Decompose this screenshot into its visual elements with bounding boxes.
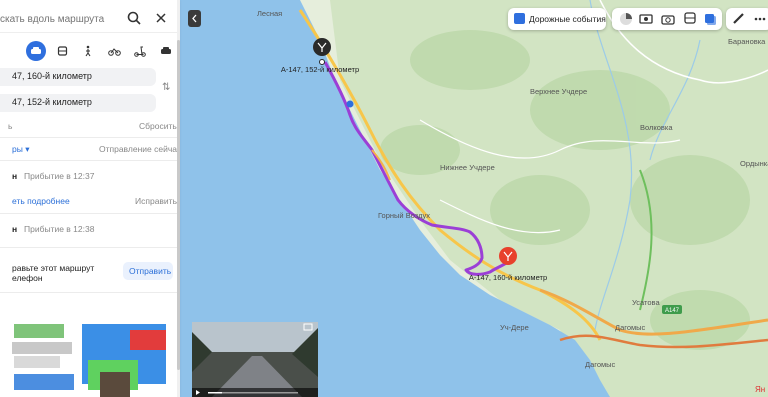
taxi-mode-button[interactable]	[156, 41, 176, 61]
place-label: Нижнее Учдере	[440, 163, 495, 172]
fix-route-link[interactable]: Исправить	[135, 196, 177, 206]
route-time-prefix: н	[12, 224, 18, 234]
transport-modes	[0, 40, 178, 62]
scooter-icon	[134, 46, 146, 57]
place-label: Волковка	[640, 123, 673, 132]
place-label: Верхнее Учдере	[530, 87, 587, 96]
route-panel: 47, 160-й километр 47, 152-й километр ⇅ …	[0, 0, 178, 397]
end-marker-label: А-147, 160-й километр	[469, 273, 547, 282]
bus-icon	[57, 45, 67, 56]
transit-icon[interactable]	[682, 11, 698, 27]
camera-icon[interactable]	[660, 11, 676, 27]
scooter-mode-button[interactable]	[130, 41, 150, 61]
bus-mode-button[interactable]	[52, 41, 72, 61]
route-option-label[interactable]: ь	[8, 121, 12, 131]
place-label: Усатова	[632, 298, 660, 307]
place-label: Уч-Дере	[500, 323, 529, 332]
taxi-icon	[161, 47, 171, 54]
place-label: Горный Воздух	[378, 211, 430, 220]
map-tools-toolbar	[726, 8, 768, 30]
details-link[interactable]: еть подробнее	[12, 196, 70, 206]
send-route-text-line2: елефон	[12, 273, 43, 283]
route-to-text: 47, 152-й километр	[12, 97, 92, 107]
ruler-icon[interactable]	[731, 11, 747, 27]
bicycle-icon	[107, 48, 121, 56]
end-marker[interactable]	[499, 247, 517, 265]
place-label: Барановка	[728, 37, 766, 46]
arrival-time: Прибытие в 12:38	[24, 224, 95, 234]
reset-button[interactable]: Сбросить	[139, 121, 177, 131]
chevron-left-icon	[192, 14, 197, 23]
search-bar	[0, 6, 178, 33]
video-preview[interactable]	[192, 322, 318, 397]
transit-stop-icon[interactable]	[346, 100, 354, 108]
send-to-phone-button[interactable]: Отправить	[123, 262, 173, 280]
road-badge-text: А147	[665, 308, 680, 314]
search-icon[interactable]	[126, 10, 142, 26]
panorama-icon[interactable]	[638, 11, 654, 27]
place-label: Ордынка	[740, 159, 768, 168]
start-marker-label: А-147, 152-й километр	[281, 65, 359, 74]
place-label: Дагомыс	[585, 360, 616, 369]
route-from-text: 47, 160-й километр	[12, 71, 92, 81]
place-label: Лесная	[257, 9, 282, 18]
checkbox-checked-icon	[514, 13, 525, 24]
car-mode-button[interactable]	[26, 41, 46, 61]
arrival-time: Прибытие в 12:37	[24, 171, 95, 181]
traffic-events-toggle[interactable]: Дорожные события	[508, 8, 606, 30]
send-route-text-line1: равьте этот маршрут	[12, 263, 95, 273]
road-badge: А147	[662, 305, 682, 314]
car-icon	[31, 47, 41, 54]
swap-icon[interactable]: ⇅	[162, 82, 170, 93]
place-label: Дагомыс	[615, 323, 646, 332]
yandex-logo: Ян	[755, 385, 765, 394]
send-button-label: Отправить	[129, 266, 172, 276]
route-time-prefix: н	[12, 171, 18, 181]
layers-icon[interactable]	[702, 11, 718, 27]
promo-images[interactable]	[0, 316, 178, 397]
departure-selector[interactable]: Отправление сейчас	[99, 144, 178, 154]
traffic-light-icon[interactable]	[618, 11, 634, 27]
traffic-events-label: Дорожные события	[529, 14, 606, 24]
collapse-panel-button[interactable]	[188, 10, 201, 27]
bike-mode-button[interactable]	[104, 41, 124, 61]
close-icon[interactable]	[153, 10, 169, 26]
route-from-field[interactable]: 47, 160-й километр	[0, 68, 156, 86]
options-dropdown[interactable]: ры ▾	[12, 144, 29, 155]
walk-mode-button[interactable]	[78, 41, 98, 61]
route-to-field[interactable]: 47, 152-й километр	[0, 94, 156, 112]
map-layers-toolbar	[612, 8, 722, 30]
panel-scroll-thumb[interactable]	[177, 40, 180, 370]
search-input[interactable]	[0, 9, 120, 29]
walk-icon	[85, 45, 91, 57]
more-icon[interactable]	[752, 11, 768, 27]
